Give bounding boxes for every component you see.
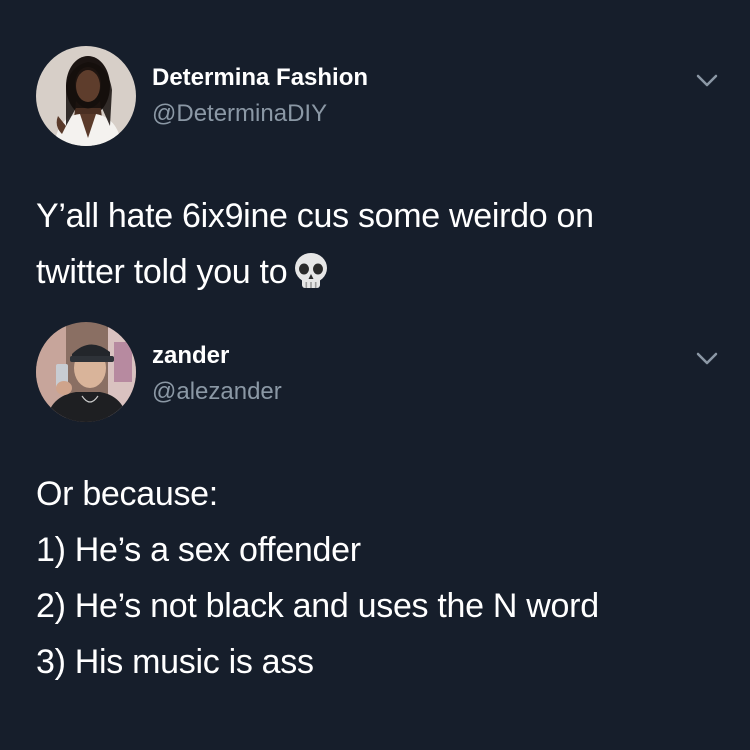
tweet-2-text: Or because: 1) He’s a sex offender 2) He… [36,466,726,690]
author-avatar[interactable] [36,46,136,146]
tweet-text-line: Y’all hate 6ix9ine cus some weirdo on [36,197,594,235]
chevron-down-icon[interactable] [696,352,718,366]
avatar-photo-woman-icon [36,46,136,146]
tweet-thread: Determina Fashion @DeterminaDIY Y’all ha… [0,0,750,750]
tweet-2-header: zander @alezander [36,322,726,422]
tweet-text-line-content: twitter told you to [36,253,288,291]
tweet-text-line: Or because: [36,475,218,513]
tweet-text-line: 1) He’s a sex offender [36,531,361,569]
avatar-photo-man-icon [36,322,136,422]
author-name[interactable]: zander [152,342,229,370]
tweet-1-header: Determina Fashion @DeterminaDIY [36,46,726,146]
author-avatar[interactable] [36,322,136,422]
chevron-down-icon[interactable] [696,74,718,88]
tweet-text-line: 3) His music is ass [36,643,314,681]
tweet-text-line: 2) He’s not black and uses the N word [36,587,599,625]
tweet-text-line: twitter told you to [36,244,726,300]
tweet-1-text: Y’all hate 6ix9ine cus some weirdo on tw… [36,188,726,300]
author-handle[interactable]: @alezander [152,378,282,406]
skull-icon [293,251,329,289]
author-name[interactable]: Determina Fashion [152,64,368,92]
author-handle[interactable]: @DeterminaDIY [152,100,327,128]
